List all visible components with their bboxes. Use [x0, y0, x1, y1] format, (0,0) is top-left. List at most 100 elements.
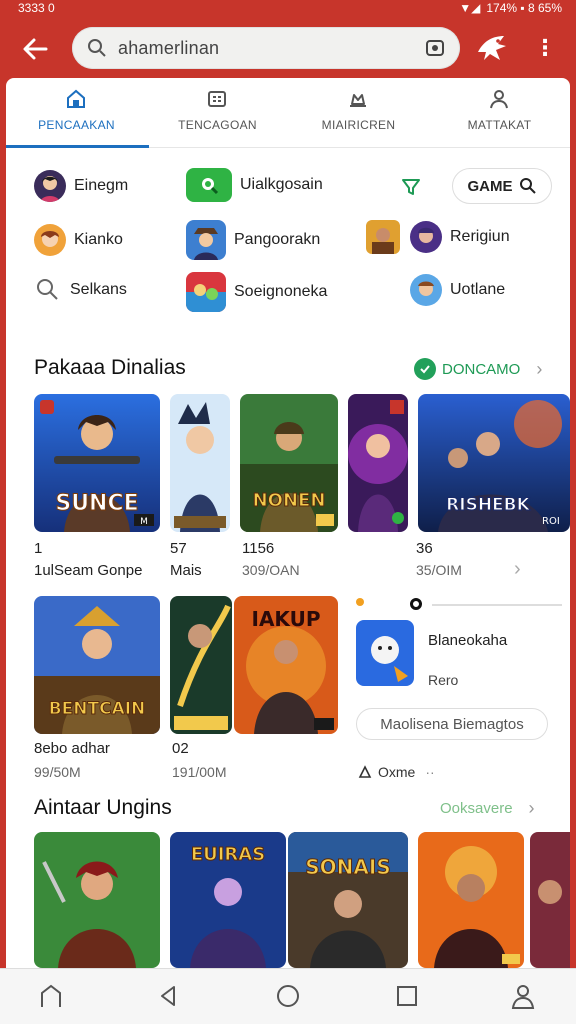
more-dots-icon[interactable]: ·· — [425, 764, 434, 780]
filter-label: Selkans — [70, 281, 127, 298]
home-nav-icon[interactable] — [36, 981, 66, 1011]
app-title: Blaneokaha — [428, 632, 508, 649]
search-text: ahamerlinan — [118, 38, 220, 58]
account-icon[interactable] — [508, 981, 538, 1011]
card-rank: 1 — [34, 540, 43, 557]
game-search-button[interactable]: GAME — [452, 168, 552, 204]
filter-chip-pangoorakn[interactable]: Pangoorakn — [186, 220, 320, 260]
game-card[interactable] — [530, 832, 570, 968]
tab-mattakat[interactable]: MATTAKAT — [429, 78, 570, 148]
back-arrow-icon[interactable] — [18, 32, 52, 66]
tab-label: MIAIRICREN — [321, 118, 396, 132]
game-card[interactable]: BENTCAIN — [34, 596, 160, 734]
card-rank: 57 — [170, 540, 187, 557]
filter-label: Soeignoneka — [234, 283, 328, 300]
see-all-label: Ooksavere — [440, 800, 513, 817]
card-art-title: IAKUP — [252, 607, 321, 631]
avatar — [410, 221, 442, 253]
game-thumb — [186, 220, 226, 260]
see-all-label: DONCAMO — [442, 360, 521, 378]
filter-chip-einegm[interactable]: Einegm — [34, 170, 128, 202]
card-art-title: EUIRAS — [191, 844, 265, 865]
game-card[interactable]: SUNCE M — [34, 394, 160, 532]
card-size: 309/OAN — [242, 562, 300, 578]
card-art-title: BENTCAIN — [49, 699, 146, 719]
app-footer-label: Oxme — [378, 764, 416, 780]
game-card[interactable]: RISHEBK ROI — [418, 394, 570, 532]
card-size: 191/00M — [172, 764, 227, 780]
tab-label: PENCAAKAN — [38, 118, 115, 132]
next-arrow-icon[interactable]: › — [514, 558, 521, 581]
content-sheet: PENCAAKAN TENCAGOAN MIAIRICREN MATTAKAT … — [6, 78, 570, 968]
home-circle-icon[interactable] — [273, 981, 303, 1011]
tab-bar: PENCAAKAN TENCAGOAN MIAIRICREN MATTAKAT — [6, 78, 570, 148]
chevron-right-icon: › — [536, 358, 543, 379]
app-bar: ahamerlinan ⋮ — [0, 18, 576, 78]
card-title: 8ebo adhar — [34, 740, 110, 757]
filter-chip-uotlane[interactable]: Uotlane — [410, 274, 505, 306]
app-footer: Oxme ·· — [358, 764, 435, 780]
active-tab-indicator — [6, 145, 149, 148]
progress-track — [432, 604, 562, 606]
game-card[interactable]: NONEN — [240, 394, 338, 532]
tab-pencaakan[interactable]: PENCAAKAN — [6, 78, 149, 148]
svg-text:M: M — [140, 517, 148, 527]
leaf-icon — [186, 168, 232, 202]
search-icon — [37, 279, 58, 300]
filter-chip-rerigiun[interactable]: Rerigiun — [366, 220, 510, 254]
tab-label: TENCAGOAN — [178, 118, 257, 132]
game-thumb — [366, 220, 400, 254]
game-card[interactable]: SONAIS — [288, 832, 408, 968]
filter-label: Kianko — [74, 231, 123, 248]
game-card[interactable] — [34, 832, 160, 968]
avatar — [34, 170, 66, 202]
avatar — [410, 274, 442, 306]
game-card[interactable] — [170, 394, 230, 532]
card-title: Mais — [170, 562, 202, 579]
brand-logo-icon[interactable] — [474, 30, 510, 66]
card-rank: 1156 — [242, 540, 275, 557]
game-card[interactable] — [170, 596, 232, 734]
filter-label: Einegm — [74, 177, 129, 194]
status-bar: 3333 0 ▼◢ 174% ▪ 8 65% — [0, 0, 576, 18]
game-card[interactable] — [348, 394, 408, 532]
section-see-all-link[interactable]: DONCAMO › — [414, 358, 542, 380]
filter-label: Rerigiun — [450, 228, 510, 245]
app-subtitle: Rero — [428, 672, 459, 688]
app-tag-chip[interactable]: Maolisena Biemagtos — [356, 708, 548, 740]
more-options-icon[interactable]: ⋮ — [534, 34, 556, 62]
filter-icon[interactable] — [400, 176, 422, 198]
card-rank: 36 — [416, 540, 433, 557]
tab-tencagoan[interactable]: TENCAGOAN — [147, 78, 288, 148]
recents-icon[interactable] — [392, 981, 422, 1011]
game-card[interactable]: EUIRAS — [170, 832, 286, 968]
loading-ring-icon — [410, 598, 422, 610]
card-size: 35/OIM — [416, 562, 462, 578]
game-card[interactable]: IAKUP — [234, 596, 338, 734]
game-button-label: GAME — [467, 177, 513, 195]
app-icon — [356, 620, 414, 686]
filter-chip-kianko[interactable]: Kianko — [34, 224, 123, 256]
game-card[interactable] — [418, 832, 524, 968]
camera-icon[interactable] — [424, 37, 446, 59]
filter-label: Uotlane — [450, 281, 506, 298]
card-art-title: RISHEBK — [446, 495, 530, 515]
back-nav-icon[interactable] — [154, 981, 184, 1011]
home-icon — [67, 89, 85, 108]
crown-icon — [350, 94, 366, 107]
tab-label: MATTAKAT — [467, 118, 532, 132]
search-input[interactable]: ahamerlinan — [72, 27, 460, 69]
tab-miairicren[interactable]: MIAIRICREN — [288, 78, 429, 148]
section-see-all-link[interactable]: Ooksavere › — [440, 798, 535, 819]
avatar — [34, 224, 66, 256]
triangle-icon — [358, 765, 372, 778]
section-title: Pakaaa Dinalias — [34, 356, 186, 379]
featured-app-panel[interactable]: Blaneokaha Rero Maolisena Biemagtos Oxme… — [354, 598, 570, 798]
filter-chip-uialkgosain[interactable]: Uialkgosain — [186, 168, 323, 202]
filter-chip-selkans[interactable]: Selkans — [34, 276, 127, 304]
filter-chip-soeignoneka[interactable]: Soeignoneka — [186, 272, 327, 312]
system-nav-bar — [0, 968, 576, 1024]
card-size: 99/50M — [34, 764, 81, 780]
filter-label: Pangoorakn — [234, 231, 321, 248]
signal-icon: ▼◢ — [459, 1, 481, 15]
